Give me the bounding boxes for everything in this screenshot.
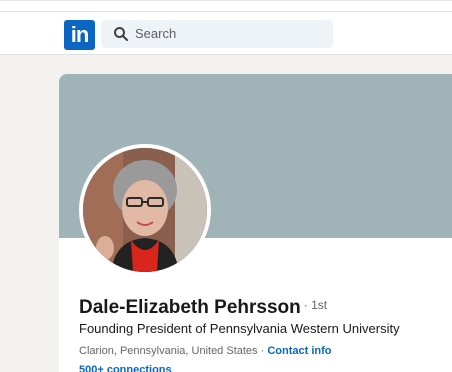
connection-degree: · 1st bbox=[303, 298, 328, 312]
left-margin bbox=[0, 56, 20, 372]
profile-name-text: Dale-Elizabeth Pehrsson bbox=[79, 297, 301, 318]
profile-location: Clarion, Pennsylvania, United States · C… bbox=[79, 345, 332, 357]
profile-avatar[interactable] bbox=[79, 144, 211, 276]
profile-name: Dale-Elizabeth Pehrsson · 1st bbox=[79, 297, 327, 319]
search-input[interactable]: Search bbox=[101, 20, 333, 48]
location-text: Clarion, Pennsylvania, United States · bbox=[79, 345, 265, 357]
contact-info-link[interactable]: Contact info bbox=[267, 345, 331, 357]
avatar-photo bbox=[83, 148, 207, 272]
profile-card: Dale-Elizabeth Pehrsson · 1st Founding Pr… bbox=[59, 74, 452, 372]
top-nav-bar: in Search bbox=[0, 0, 452, 55]
search-icon bbox=[114, 27, 128, 41]
connections-link[interactable]: 500+ connections bbox=[79, 364, 172, 372]
top-divider bbox=[0, 11, 452, 12]
linkedin-logo[interactable]: in bbox=[64, 20, 95, 50]
search-placeholder: Search bbox=[135, 26, 177, 41]
profile-headline: Founding President of Pennsylvania Weste… bbox=[79, 321, 400, 336]
